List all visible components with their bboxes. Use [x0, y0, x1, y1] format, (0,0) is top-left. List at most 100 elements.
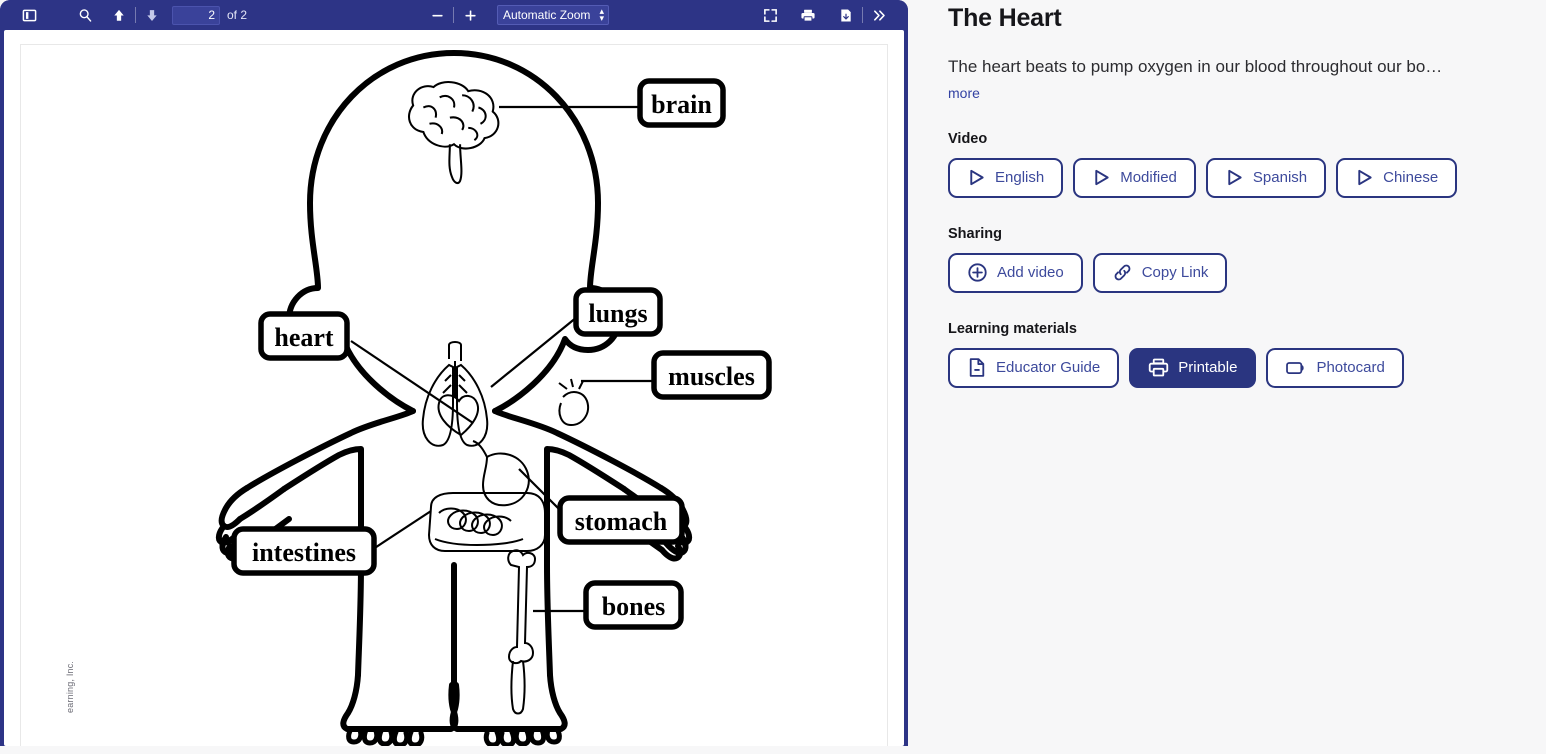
printer-icon-svg	[801, 9, 815, 22]
label-stomach: stomach	[557, 495, 685, 545]
label-intestines: intestines	[231, 526, 377, 576]
printer-icon[interactable]	[795, 3, 821, 27]
label-lungs: lungs	[573, 287, 663, 337]
video-english-label: English	[995, 169, 1045, 187]
play-triangle-icon-svg	[1228, 170, 1242, 186]
label-text-brain: brain	[651, 90, 712, 119]
video-chinese-button[interactable]: Chinese	[1336, 157, 1458, 198]
plus-circle-icon	[967, 262, 988, 283]
label-text-lungs: lungs	[588, 299, 647, 328]
sidebar-panel-icon[interactable]	[16, 3, 42, 27]
label-brain: brain	[637, 78, 726, 128]
label-text-stomach: stomach	[575, 507, 668, 536]
play-triangle-icon	[1225, 168, 1244, 187]
sharing-section: Sharing Add video Copy Link	[948, 226, 1546, 293]
plus-icon-svg	[464, 10, 476, 21]
video-spanish-label: Spanish	[1252, 169, 1308, 187]
printable-label: Printable	[1178, 359, 1238, 377]
chain-link-icon	[1112, 262, 1133, 283]
photocard-icon	[1285, 358, 1307, 378]
printer-icon-svg	[1149, 359, 1169, 377]
add-video-button[interactable]: Add video	[948, 252, 1083, 293]
app-root: of 2 Automatic Zoom	[0, 0, 1546, 754]
plus-circle-icon-svg	[968, 263, 987, 283]
toolbar-divider	[135, 7, 136, 23]
sharing-section-label: Sharing	[948, 225, 1002, 242]
more-link[interactable]: more	[948, 85, 980, 101]
label-muscles: muscles	[651, 350, 772, 400]
video-spanish-button[interactable]: Spanish	[1205, 157, 1327, 198]
video-modified-label: Modified	[1120, 169, 1177, 187]
learning-materials-section-label: Learning materials	[948, 320, 1077, 337]
label-heart: heart	[258, 311, 350, 361]
learning-materials-section: Learning materials Educator Guide Printa…	[948, 321, 1546, 388]
educator-guide-label: Educator Guide	[996, 359, 1101, 377]
arrow-up-icon[interactable]	[106, 3, 132, 27]
pdf-page: earning, Inc. brain lungs muscles heart …	[20, 44, 888, 746]
fullscreen-expand-icon-svg	[763, 8, 777, 22]
video-button-row: English Modified Spanish Chinese	[948, 157, 1546, 198]
description-text: The heart beats to pump oxygen in our bl…	[948, 57, 1443, 76]
chain-link-icon-svg	[1114, 265, 1131, 281]
sidebar-panel-icon-svg	[22, 9, 36, 21]
pdf-viewer: of 2 Automatic Zoom	[0, 0, 908, 746]
page-title: The Heart	[948, 4, 1062, 32]
video-modified-button[interactable]: Modified	[1073, 157, 1196, 198]
label-text-intestines: intestines	[252, 538, 356, 567]
pdf-toolbar-left-group: of 2	[16, 3, 247, 27]
video-section-label: Video	[948, 130, 988, 147]
printable-button[interactable]: Printable	[1129, 347, 1257, 388]
play-triangle-icon-svg	[1095, 170, 1109, 186]
fullscreen-expand-icon[interactable]	[757, 3, 783, 27]
label-text-heart: heart	[274, 323, 334, 352]
minus-icon[interactable]	[424, 3, 450, 27]
photocard-label: Photocard	[1316, 359, 1385, 377]
page-count-label: of 2	[227, 8, 248, 22]
photocard-button[interactable]: Photocard	[1266, 347, 1404, 388]
video-english-button[interactable]: English	[948, 157, 1064, 198]
arrow-down-icon-svg	[147, 9, 157, 21]
document-file-icon-svg	[969, 358, 985, 378]
play-triangle-icon-svg	[1358, 170, 1372, 186]
pdf-canvas-area[interactable]: earning, Inc. brain lungs muscles heart …	[4, 30, 904, 746]
minus-icon-svg	[431, 14, 443, 16]
pdf-toolbar-right-group	[757, 0, 892, 30]
search-magnifier-icon-svg	[79, 8, 91, 22]
download-save-icon-svg	[841, 9, 851, 21]
double-chevron-right-icon-svg	[873, 9, 885, 21]
plus-icon[interactable]	[457, 3, 483, 27]
copy-link-button[interactable]: Copy Link	[1092, 252, 1228, 293]
toolbar-divider-3	[862, 7, 863, 23]
label-text-muscles: muscles	[668, 362, 755, 391]
learning-materials-button-row: Educator Guide Printable Photocard	[948, 347, 1546, 388]
play-triangle-icon-svg	[970, 170, 984, 186]
play-triangle-icon	[1092, 168, 1111, 187]
double-chevron-right-icon[interactable]	[866, 3, 892, 27]
page-number-input[interactable]	[172, 5, 220, 25]
toolbar-divider-2	[453, 7, 454, 23]
label-bones: bones	[583, 580, 684, 630]
photocard-icon-svg	[1286, 362, 1305, 374]
copy-link-label: Copy Link	[1141, 264, 1209, 282]
printer-icon	[1148, 357, 1169, 378]
pdf-toolbar: of 2 Automatic Zoom	[0, 0, 908, 30]
video-chinese-label: Chinese	[1383, 169, 1439, 187]
info-panel: The Heart The heart beats to pump oxygen…	[908, 0, 1546, 754]
pdf-toolbar-zoom-group: Automatic Zoom ▴ ▾	[424, 0, 609, 30]
video-section: Video English Modified Spanish Chinese	[948, 131, 1546, 198]
play-triangle-icon	[1355, 168, 1374, 187]
zoom-level-select[interactable]: Automatic Zoom	[497, 5, 609, 25]
zoom-select-wrapper: Automatic Zoom ▴ ▾	[483, 5, 609, 25]
arrow-up-icon-svg	[114, 9, 124, 21]
arrow-down-icon[interactable]	[139, 3, 165, 27]
play-triangle-icon	[967, 168, 986, 187]
educator-guide-button[interactable]: Educator Guide	[948, 347, 1120, 388]
leader-lungs	[490, 316, 578, 388]
sharing-button-row: Add video Copy Link	[948, 252, 1546, 293]
label-text-bones: bones	[602, 592, 666, 621]
document-file-icon	[967, 357, 987, 378]
add-video-label: Add video	[997, 264, 1064, 282]
human-body-diagram: brain lungs muscles heart stomach intest…	[215, 50, 772, 746]
download-save-icon[interactable]	[833, 3, 859, 27]
search-magnifier-icon[interactable]	[72, 3, 98, 27]
